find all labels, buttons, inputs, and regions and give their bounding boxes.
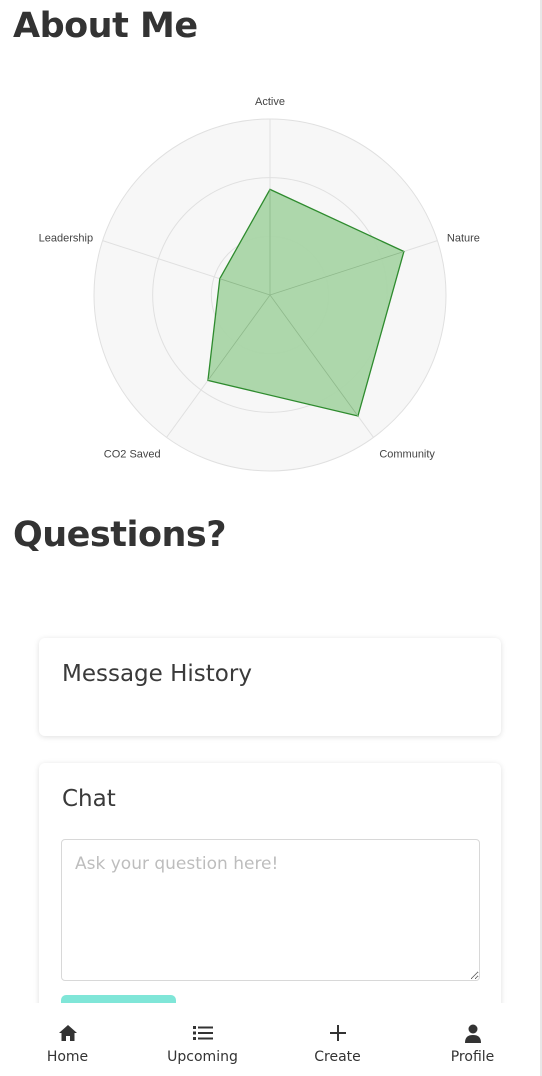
questions-heading: Questions? — [13, 515, 227, 555]
radar-chart: Active Nature Community CO2 Saved Leadership — [39, 96, 480, 472]
nav-upcoming-label: Upcoming — [167, 1049, 238, 1065]
radar-axis-label: CO2 Saved — [104, 448, 161, 460]
radar-axis-label: Nature — [447, 233, 480, 245]
about-me-heading: About Me — [13, 6, 198, 46]
nav-upcoming[interactable]: Upcoming — [135, 1003, 270, 1076]
radar-axis-label: Community — [379, 448, 435, 460]
nav-home[interactable]: Home — [0, 1003, 135, 1076]
nav-profile[interactable]: Profile — [405, 1003, 540, 1076]
list-icon — [192, 1023, 214, 1043]
bottom-navigation: Home Upcoming Create Profile — [0, 1003, 540, 1076]
radar-axis-label: Leadership — [39, 233, 93, 245]
nav-home-label: Home — [46, 1049, 89, 1065]
plus-icon — [327, 1023, 349, 1043]
home-icon — [57, 1023, 79, 1043]
message-history-card: Message History — [39, 638, 501, 736]
nav-create[interactable]: Create — [270, 1003, 405, 1076]
chat-question-input[interactable] — [61, 839, 480, 981]
nav-create-label: Create — [314, 1049, 361, 1065]
nav-profile-label: Profile — [450, 1049, 495, 1065]
chat-title: Chat — [62, 786, 116, 812]
person-icon — [462, 1023, 484, 1043]
message-history-title: Message History — [62, 661, 252, 687]
radar-axis-label: Active — [255, 96, 285, 108]
